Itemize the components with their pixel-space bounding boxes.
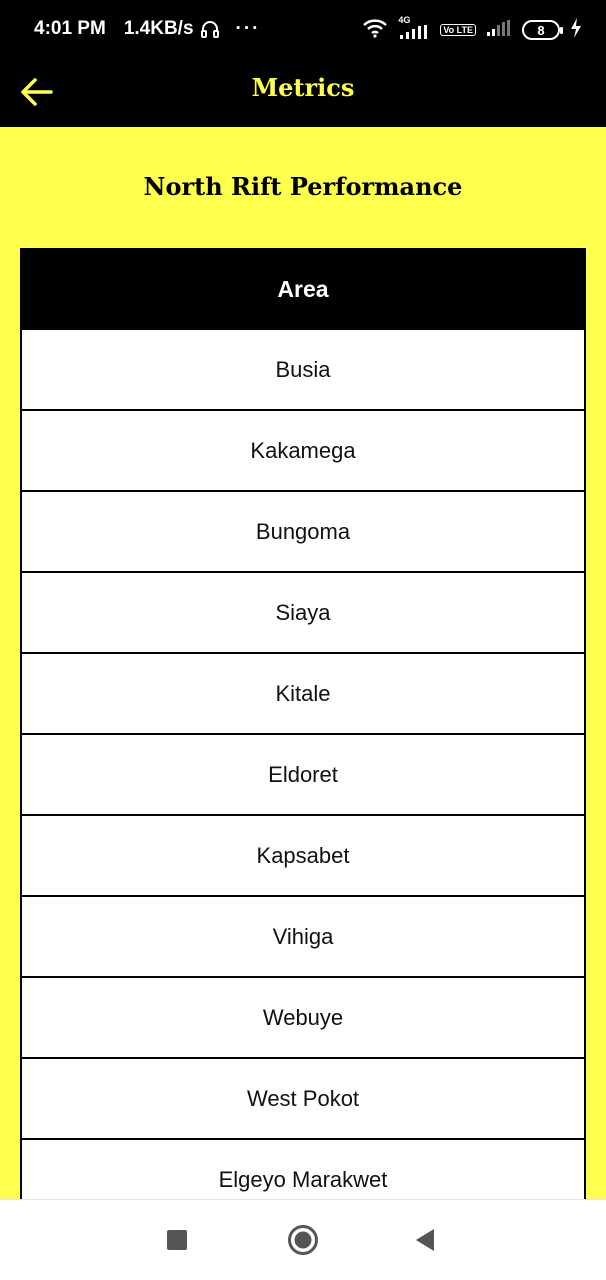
navigation-bar [0, 1199, 606, 1280]
triangle-back-icon [414, 1228, 436, 1257]
area-name: Webuye [262, 1004, 344, 1030]
table-row[interactable]: West Pokot [20, 1059, 586, 1140]
table-body: Busia Kakamega Bungoma Siaya Kitale Eldoret Ka… [20, 330, 586, 1221]
back-nav-button[interactable] [405, 1222, 445, 1262]
table-row[interactable]: Kapsabet [20, 816, 586, 897]
table-row[interactable]: Kakamega [20, 411, 586, 492]
table-row[interactable]: Siaya [20, 573, 586, 654]
status-bar: 4:01 PM 1.4KB/s ··· 4G Vo LTE 8 [0, 0, 606, 60]
table-row[interactable]: Vihiga [20, 897, 586, 978]
table-row[interactable]: Eldoret [20, 735, 586, 816]
volte-badge: Vo LTE [440, 24, 476, 36]
table-row[interactable]: Webuye [20, 978, 586, 1059]
headphones-icon [200, 19, 220, 39]
table-row[interactable]: Busia [20, 330, 586, 411]
area-name: Kakamega [250, 437, 356, 463]
table-row[interactable]: Kitale [20, 654, 586, 735]
area-name: Eldoret [268, 761, 338, 787]
page-heading: North Rift Performance [143, 172, 463, 201]
signal-bars-icon [398, 25, 430, 44]
area-name: Kapsabet [256, 842, 350, 868]
area-table: Area Busia Kakamega Bungoma Siaya Kitale Eldo… [20, 248, 586, 1221]
battery-icon: 8 [522, 20, 563, 40]
network-speed: 1.4KB/s [123, 18, 194, 39]
area-name: Busia [275, 356, 331, 382]
status-left: 4:01 PM 1.4KB/s ··· [34, 18, 261, 40]
area-name: West Pokot [246, 1085, 360, 1111]
status-right: 4G Vo LTE 8 [362, 16, 582, 44]
more-notifications-icon: ··· [235, 18, 261, 39]
app-title: Metrics [251, 73, 355, 102]
circle-home-icon [287, 1224, 319, 1261]
area-name: Elgeyo Marakwet [218, 1166, 388, 1192]
app-bar: Metrics [0, 60, 606, 127]
wifi-icon [362, 18, 388, 43]
home-button[interactable] [283, 1222, 323, 1262]
area-name: Vihiga [272, 923, 334, 949]
battery-level: 8 [537, 22, 545, 38]
network-type-label: 4G [398, 15, 411, 25]
table-row[interactable]: Bungoma [20, 492, 586, 573]
square-icon [167, 1229, 187, 1255]
table-header: Area [277, 275, 329, 302]
recents-button[interactable] [157, 1222, 197, 1262]
signal-4g-group: 4G [398, 16, 430, 44]
status-time: 4:01 PM [34, 18, 106, 39]
area-name: Bungoma [255, 518, 351, 544]
signal-bars-icon-2 [486, 19, 512, 41]
area-name: Siaya [275, 599, 331, 625]
area-name: Kitale [275, 680, 331, 706]
charging-icon [570, 17, 582, 43]
